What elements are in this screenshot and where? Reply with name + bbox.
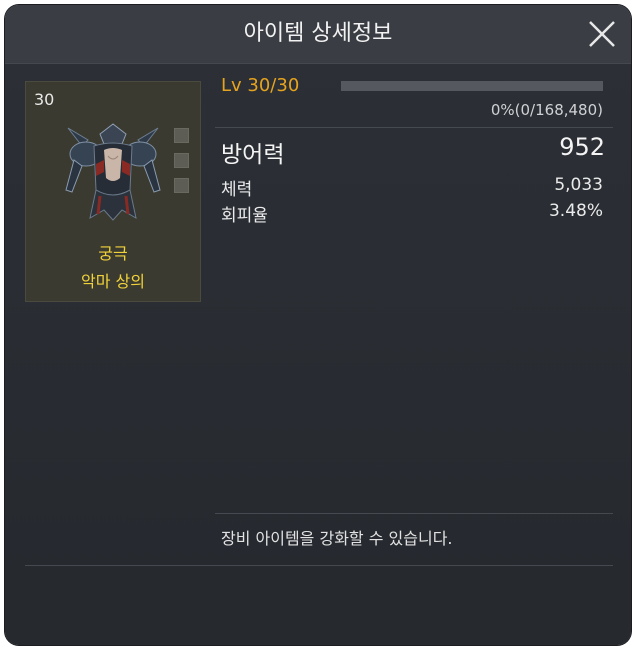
enhance-hint-text: 장비 아이템을 강화할 수 있습니다. <box>221 529 453 548</box>
socket-slot <box>174 153 189 168</box>
dialog-title: 아이템 상세정보 <box>243 21 393 46</box>
socket-slot <box>174 128 189 143</box>
defense-value: 952 <box>559 133 605 161</box>
stat-value-evasion: 3.48% <box>548 201 603 221</box>
stat-label-hp: 체력 <box>221 180 253 200</box>
stat-label-evasion: 회피율 <box>221 206 268 226</box>
item-grade: 궁극 <box>98 244 128 263</box>
item-detail-dialog: 아이템 상세정보 30 궁극 악마 상의 Lv 30/30 0%(0/168,4… <box>5 5 631 645</box>
bottom-area <box>5 567 631 645</box>
socket-slot <box>174 178 189 193</box>
close-button[interactable] <box>583 15 621 53</box>
item-level-badge: 30 <box>34 90 55 109</box>
item-name: 악마 상의 <box>81 272 145 291</box>
exp-progress-text: 0%(0/168,480) <box>490 101 603 119</box>
exp-progress-bar <box>341 81 603 91</box>
divider <box>215 513 613 514</box>
item-card: 30 궁극 악마 상의 <box>25 81 201 302</box>
close-icon <box>589 21 615 47</box>
demon-armor-top-icon <box>64 120 162 224</box>
enhance-level: Lv 30/30 <box>221 75 300 96</box>
divider <box>25 565 613 566</box>
defense-label: 방어력 <box>221 142 285 168</box>
divider <box>215 127 613 128</box>
stat-value-hp: 5,033 <box>554 175 603 195</box>
